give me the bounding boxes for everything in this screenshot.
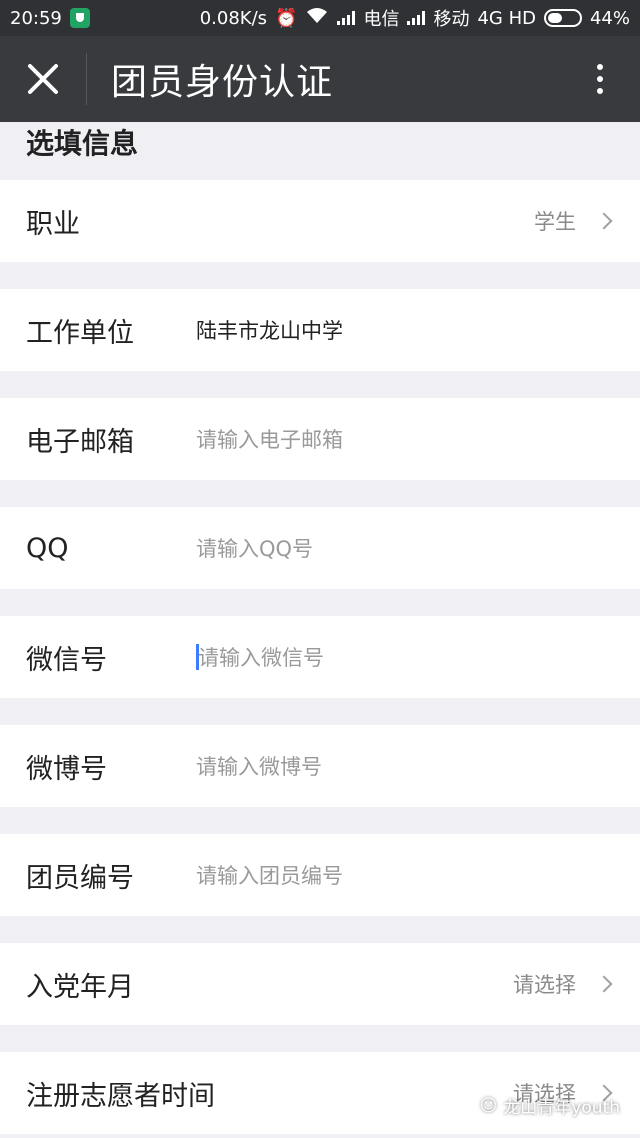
chevron-right-icon [595, 975, 613, 993]
volunteer-time-label: 注册志愿者时间 [26, 1080, 215, 1112]
weibo-label: 微博号 [26, 753, 107, 785]
close-icon [28, 64, 58, 94]
work-unit-label: 工作单位 [26, 317, 134, 349]
battery-level: 44% [589, 7, 630, 29]
more-dot [597, 76, 603, 82]
email-input[interactable]: 请输入电子邮箱 [196, 424, 614, 454]
signal-icon-1 [337, 11, 356, 25]
page-title: 团员身份认证 [111, 62, 334, 103]
member-no-input[interactable]: 请输入团员编号 [196, 860, 614, 890]
occupation-value: 学生 [534, 210, 576, 234]
network-speed: 0.08K/s [199, 7, 268, 29]
security-shield-icon [69, 8, 90, 28]
email-row[interactable]: 电子邮箱 请输入电子邮箱 [0, 398, 640, 480]
carrier-2: 移动 [433, 9, 470, 30]
work-unit-input[interactable]: 陆丰市龙山中学 [196, 315, 614, 345]
occupation-label: 职业 [26, 208, 80, 240]
title-bar: 团员身份认证 [0, 36, 640, 122]
member-no-row[interactable]: 团员编号 请输入团员编号 [0, 834, 640, 916]
row-gap [0, 1025, 640, 1052]
qq-input[interactable]: 请输入QQ号 [196, 533, 614, 563]
watermark: ☺ 龙山青年youth [479, 1093, 620, 1119]
member-no-label: 团员编号 [26, 862, 134, 894]
wechat-row[interactable]: 微信号 请输入微信号 [0, 616, 640, 698]
party-date-label: 入党年月 [26, 971, 134, 1003]
carrier-1: 电信 [363, 9, 400, 30]
more-button[interactable] [560, 36, 640, 122]
more-vertical-icon [597, 64, 603, 70]
work-unit-row[interactable]: 工作单位 陆丰市龙山中学 [0, 289, 640, 371]
row-gap [0, 371, 640, 398]
party-date-row[interactable]: 入党年月 请选择 [0, 943, 640, 1025]
wechat-input[interactable]: 请输入微信号 [198, 642, 614, 672]
form-content: 选填信息 职业 学生 工作单位 陆丰市龙山中学 电子邮箱 请输入电子邮箱 QQ … [0, 122, 640, 1134]
weibo-row[interactable]: 微博号 请输入微博号 [0, 725, 640, 807]
network-type: 4G HD [477, 7, 536, 29]
more-dot [597, 88, 603, 94]
battery-icon [543, 9, 582, 27]
occupation-row[interactable]: 职业 学生 [0, 180, 640, 262]
qq-row[interactable]: QQ 请输入QQ号 [0, 507, 640, 589]
row-gap [0, 807, 640, 834]
email-label: 电子邮箱 [26, 426, 134, 458]
signal-icon-2 [407, 11, 426, 25]
qq-label: QQ [26, 532, 69, 564]
wechat-label: 微信号 [26, 644, 107, 676]
status-bar: 20:59 0.08K/s ⏰ 电信 移动 4G HD 44% [0, 0, 640, 36]
row-gap [0, 262, 640, 289]
party-date-value: 请选择 [513, 973, 576, 997]
occupation-select[interactable]: 学生 [534, 206, 614, 236]
section-title: 选填信息 [26, 127, 139, 160]
wifi-icon [305, 7, 329, 30]
status-time: 20:59 [10, 7, 62, 29]
wechat-logo-icon: ☺ [479, 1095, 498, 1116]
status-right: 0.08K/s ⏰ 电信 移动 4G HD 44% [200, 5, 630, 31]
row-gap [0, 698, 640, 725]
status-left: 20:59 [10, 8, 90, 29]
weibo-input[interactable]: 请输入微博号 [196, 751, 614, 781]
watermark-text: 龙山青年youth [503, 1098, 620, 1118]
chevron-right-icon [595, 212, 613, 230]
row-gap [0, 589, 640, 616]
party-date-select[interactable]: 请选择 [513, 969, 614, 999]
row-gap [0, 916, 640, 943]
alarm-icon: ⏰ [275, 7, 298, 29]
close-button[interactable] [0, 36, 86, 122]
row-gap [0, 480, 640, 507]
